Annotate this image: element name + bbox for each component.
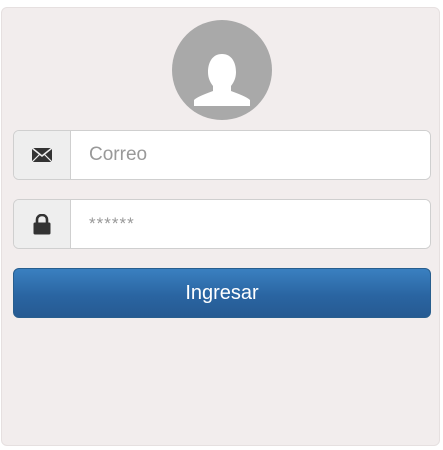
lock-icon: [33, 213, 51, 234]
login-button[interactable]: Ingresar: [13, 268, 431, 318]
email-input-group: [13, 130, 431, 180]
login-panel: Ingresar: [1, 7, 440, 446]
password-field[interactable]: [71, 200, 430, 248]
password-addon: [14, 200, 71, 248]
avatar: [172, 20, 272, 120]
user-silhouette-icon: [194, 54, 250, 106]
email-field[interactable]: [71, 131, 430, 179]
envelope-icon: [32, 148, 52, 162]
email-addon: [14, 131, 71, 179]
password-input-group: [13, 199, 431, 249]
